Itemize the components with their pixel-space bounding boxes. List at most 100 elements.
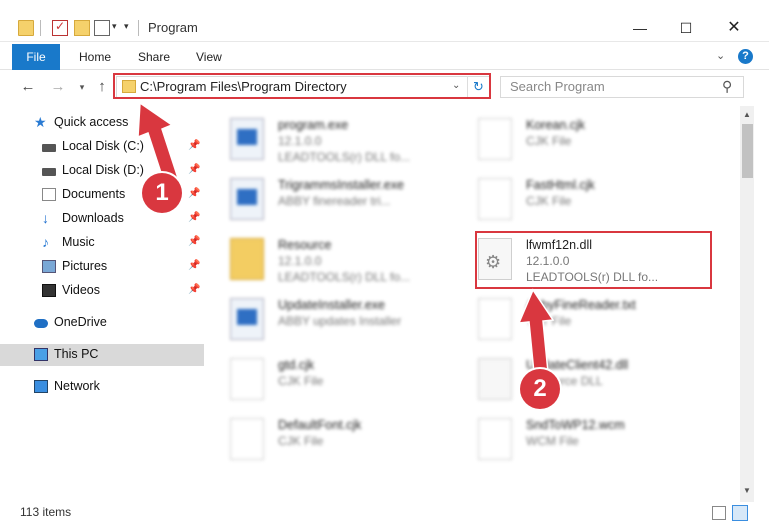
sidebar-item-label: Local Disk (C:) bbox=[62, 139, 144, 153]
chevron-down-icon[interactable]: ⌄ bbox=[716, 49, 725, 62]
search-icon[interactable]: ⚲ bbox=[722, 78, 732, 95]
file-item[interactable]: DefaultFont.cjk CJK File bbox=[230, 414, 470, 470]
file-name: Korean.cjk bbox=[526, 118, 586, 132]
sidebar-item-label: OneDrive bbox=[54, 315, 107, 329]
file-item[interactable]: Korean.cjk CJK File bbox=[478, 114, 718, 170]
tab-share[interactable]: Share bbox=[138, 44, 170, 70]
sidebar-item-pictures[interactable]: Pictures 📌 bbox=[0, 256, 204, 278]
file-item[interactable]: FastHtml.cjk CJK File bbox=[478, 174, 718, 230]
recent-locations-icon[interactable]: ▾ bbox=[72, 78, 92, 96]
file-type: CJK File bbox=[278, 434, 324, 448]
sidebar-item-label: Videos bbox=[62, 283, 100, 297]
file-item[interactable]: program.exe 12.1.0.0 LEADTOOLS(r) DLL fo… bbox=[230, 114, 470, 170]
pin-icon[interactable]: 📌 bbox=[188, 212, 200, 223]
status-bar: 113 items bbox=[0, 502, 769, 532]
step-2-callout: 2 bbox=[520, 369, 560, 409]
tab-file[interactable]: File bbox=[12, 44, 60, 70]
file-name: TrigrammsInstaller.exe bbox=[278, 178, 404, 192]
file-item[interactable]: SndToWP12.wcm WCM File bbox=[478, 414, 718, 470]
computer-icon bbox=[34, 348, 48, 361]
dll-file-icon bbox=[478, 358, 512, 400]
file-type: WCM File bbox=[526, 434, 579, 448]
file-item[interactable]: TrigrammsInstaller.exe ABBY finereader t… bbox=[230, 174, 470, 230]
sidebar-item-local-disk-c[interactable]: Local Disk (C:) 📌 bbox=[0, 136, 204, 158]
toolbar-divider bbox=[40, 20, 41, 36]
music-icon: ♪ bbox=[42, 234, 49, 250]
scroll-up-icon[interactable]: ▲ bbox=[740, 110, 754, 119]
file-item[interactable]: gtd.cjk CJK File bbox=[230, 354, 470, 410]
documents-icon bbox=[42, 188, 56, 201]
help-icon[interactable]: ? bbox=[738, 49, 753, 64]
pin-icon[interactable]: 📌 bbox=[188, 260, 200, 271]
pin-icon[interactable]: 📌 bbox=[188, 140, 200, 151]
document-file-icon bbox=[230, 418, 264, 460]
scroll-down-icon[interactable]: ▼ bbox=[740, 486, 754, 495]
close-icon[interactable]: ✕ bbox=[711, 14, 757, 42]
sidebar-item-downloads[interactable]: ↓ Downloads 📌 bbox=[0, 208, 204, 230]
file-name: program.exe bbox=[278, 118, 349, 132]
file-type: CJK File bbox=[278, 374, 324, 388]
customize-toolbar-icon[interactable]: ▾ bbox=[124, 21, 129, 32]
tab-view[interactable]: View bbox=[196, 44, 222, 70]
file-type: CJK File bbox=[526, 134, 572, 148]
videos-icon bbox=[42, 284, 56, 297]
minimize-icon[interactable]: — bbox=[617, 14, 663, 42]
sidebar-item-network[interactable]: Network bbox=[0, 376, 204, 398]
drive-icon bbox=[42, 168, 56, 176]
view-options-icon[interactable] bbox=[94, 20, 110, 36]
vertical-scrollbar[interactable]: ▲ ▼ bbox=[740, 106, 754, 502]
file-item[interactable]: Resource 12.1.0.0 LEADTOOLS(r) DLL fo... bbox=[230, 234, 470, 290]
file-name: Resource bbox=[278, 238, 332, 252]
file-list: program.exe 12.1.0.0 LEADTOOLS(r) DLL fo… bbox=[205, 106, 740, 496]
folder-icon bbox=[230, 238, 264, 280]
chevron-down-icon[interactable]: ▾ bbox=[112, 21, 117, 32]
details-view-icon[interactable] bbox=[712, 506, 726, 520]
search-placeholder[interactable]: Search Program bbox=[510, 79, 605, 94]
sidebar-item-label: Pictures bbox=[62, 259, 108, 273]
forward-arrow-icon[interactable]: → bbox=[48, 78, 68, 96]
maximize-icon[interactable]: ☐ bbox=[663, 14, 709, 42]
navigation-pane: ★ Quick access Local Disk (C:) 📌 Local D… bbox=[0, 106, 204, 496]
sidebar-item-label: Music bbox=[62, 235, 95, 249]
sidebar-item-label: Quick access bbox=[54, 115, 129, 129]
document-file-icon bbox=[478, 418, 512, 460]
large-icons-view-icon[interactable] bbox=[732, 505, 748, 521]
file-item[interactable]: UpdateClient42.dll Resource DLL bbox=[478, 354, 718, 410]
properties-check-icon[interactable] bbox=[52, 19, 68, 36]
file-version: 12.1.0.0 bbox=[278, 134, 322, 148]
back-arrow-icon[interactable]: ← bbox=[18, 78, 38, 96]
window-title: Program bbox=[148, 20, 198, 35]
sidebar-item-label: Local Disk (D:) bbox=[62, 163, 144, 177]
file-item[interactable]: AbbyFineReader.txt TXT File bbox=[478, 294, 718, 350]
file-description: ABBY updates Installer bbox=[278, 314, 402, 328]
sidebar-item-quick-access[interactable]: ★ Quick access bbox=[0, 112, 204, 134]
pin-icon[interactable]: 📌 bbox=[188, 236, 200, 247]
new-folder-icon[interactable] bbox=[74, 20, 90, 36]
tab-home[interactable]: Home bbox=[79, 44, 111, 70]
item-count: 113 items bbox=[20, 505, 72, 519]
file-type: CJK File bbox=[526, 194, 572, 208]
document-file-icon bbox=[478, 118, 512, 160]
pin-icon[interactable]: 📌 bbox=[188, 188, 200, 199]
sidebar-item-music[interactable]: ♪ Music 📌 bbox=[0, 232, 204, 254]
star-icon: ★ bbox=[34, 114, 47, 130]
sidebar-item-this-pc[interactable]: This PC bbox=[0, 344, 204, 366]
ribbon-tabs: File Home Share View ⌄ ? bbox=[0, 44, 769, 70]
scrollbar-thumb[interactable] bbox=[742, 124, 753, 178]
sidebar-item-onedrive[interactable]: OneDrive bbox=[0, 312, 204, 334]
executable-file-icon bbox=[230, 118, 264, 160]
file-item[interactable]: UpdateInstaller.exe ABBY updates Install… bbox=[230, 294, 470, 350]
pictures-icon bbox=[42, 260, 56, 273]
title-bar: ▾ ▾ Program — ☐ ✕ bbox=[0, 0, 769, 42]
drive-icon bbox=[42, 144, 56, 152]
file-name: AbbyFineReader.txt bbox=[526, 298, 636, 312]
pin-icon[interactable]: 📌 bbox=[188, 284, 200, 295]
network-icon bbox=[34, 380, 48, 393]
onedrive-icon bbox=[34, 319, 48, 328]
pin-icon[interactable]: 📌 bbox=[188, 164, 200, 175]
up-arrow-icon[interactable]: ↑ bbox=[92, 78, 112, 96]
sidebar-item-label: This PC bbox=[54, 347, 99, 361]
sidebar-item-videos[interactable]: Videos 📌 bbox=[0, 280, 204, 302]
folder-icon bbox=[18, 20, 34, 36]
file-name: SndToWP12.wcm bbox=[526, 418, 625, 432]
